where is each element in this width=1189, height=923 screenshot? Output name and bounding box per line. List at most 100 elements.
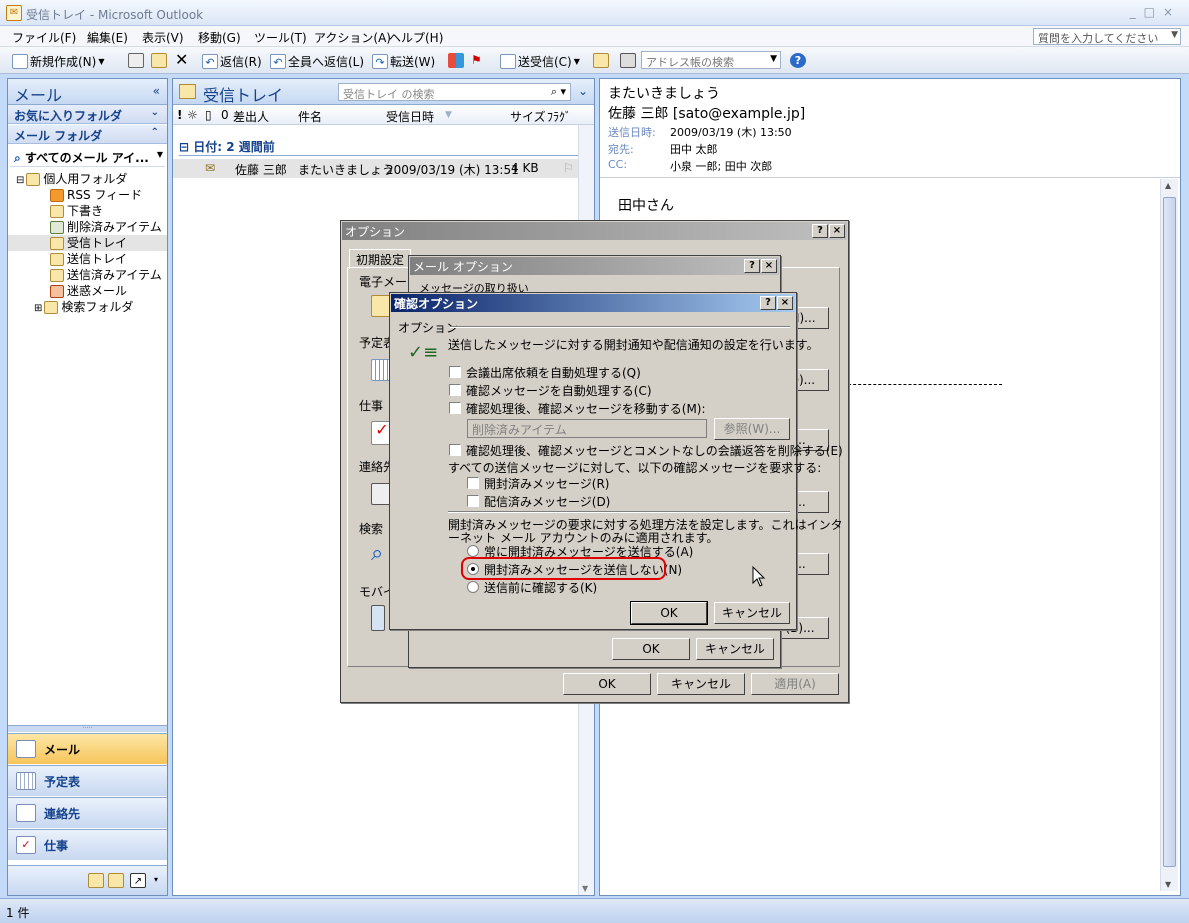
folder-deleted[interactable]: 削除済みアイテム — [8, 219, 167, 235]
folder-personal[interactable]: ⊟ 個人用フォルダ — [8, 171, 167, 187]
folder-inbox[interactable]: 受信トレイ — [8, 235, 167, 251]
delete-button[interactable]: ✕ — [175, 50, 188, 69]
move-folder-button[interactable] — [151, 53, 167, 68]
scroll-down-icon[interactable]: ▼ — [582, 884, 588, 893]
mail-options-cancel-button[interactable]: キャンセル — [696, 638, 774, 660]
address-book-search-input[interactable]: アドレス帳の検索 ▼ — [641, 51, 781, 69]
folder-list-icon[interactable] — [108, 873, 124, 888]
reminder-column-icon[interactable]: ☼ — [187, 108, 198, 122]
mail-options-ok-button[interactable]: OK — [612, 638, 690, 660]
chevron-down-icon[interactable]: ▾ — [154, 875, 158, 884]
ask-before-send-radio[interactable] — [467, 581, 479, 593]
nav-button-calendar[interactable]: 予定表 — [8, 765, 167, 796]
auto-process-receipts-checkbox[interactable] — [449, 384, 461, 396]
notes-icon[interactable] — [88, 873, 104, 888]
message-sender[interactable]: 佐藤 三郎 [sato@example.jp] — [608, 103, 805, 123]
folder-sent[interactable]: 送信済みアイテム — [8, 267, 167, 283]
menu-actions[interactable]: アクション(A) — [314, 29, 391, 46]
chevron-up-icon[interactable]: ⌃ — [151, 127, 159, 138]
move-receipts-checkbox[interactable] — [449, 402, 461, 414]
nav-button-contacts[interactable]: 連絡先 — [8, 797, 167, 828]
maximize-button[interactable]: □ — [1144, 5, 1163, 19]
folder-drafts[interactable]: 下書き — [8, 203, 167, 219]
column-from[interactable]: 差出人 — [233, 108, 269, 125]
column-received[interactable]: 受信日時 — [386, 108, 434, 125]
close-window-button[interactable]: × — [1163, 5, 1181, 19]
folder-search[interactable]: ⊞ 検索フォルダ — [8, 299, 167, 315]
always-send-radio[interactable] — [467, 545, 479, 557]
flag-icon[interactable]: ⚐ — [563, 161, 574, 175]
importance-column-icon[interactable]: ! — [177, 108, 182, 122]
ask-before-send-label[interactable]: 送信前に確認する(K) — [484, 579, 597, 596]
help-icon[interactable]: ? — [744, 259, 760, 273]
help-question-input[interactable]: 質問を入力してください ▼ — [1033, 28, 1181, 45]
chevron-down-icon[interactable]: ▼ — [98, 57, 104, 66]
tab-first-settings[interactable]: 初期設定 — [349, 249, 412, 269]
folder-rss[interactable]: RSS フィード — [8, 187, 167, 203]
scroll-thumb[interactable] — [1163, 197, 1176, 867]
shortcuts-icon[interactable]: ↗ — [130, 873, 146, 888]
options-apply-button[interactable]: 適用(A) — [751, 673, 839, 695]
delete-receipts-label[interactable]: 確認処理後、確認メッセージとコメントなしの会議返答を削除する(E) — [466, 442, 843, 459]
menu-help[interactable]: ヘルプ(H) — [389, 29, 443, 46]
find-button[interactable] — [593, 53, 609, 68]
menu-view[interactable]: 表示(V) — [142, 29, 184, 46]
chevron-down-icon[interactable]: ▼ — [770, 54, 777, 64]
chevron-left-icon[interactable]: « — [153, 84, 160, 98]
mail-folders-section[interactable]: メール フォルダ ⌃ — [8, 125, 167, 144]
collapse-icon[interactable]: ⊟ — [179, 140, 193, 154]
tracking-ok-button[interactable]: OK — [630, 601, 708, 625]
folder-outbox[interactable]: 送信トレイ — [8, 251, 167, 267]
chevron-down-icon[interactable]: ⌄ — [151, 107, 159, 118]
menu-file[interactable]: ファイル(F) — [12, 29, 76, 46]
delete-receipts-checkbox[interactable] — [449, 444, 461, 456]
nav-splitter[interactable]: ····· — [8, 725, 167, 732]
send-receive-button[interactable]: 送受信(C) ▼ — [500, 53, 580, 70]
reply-button[interactable]: ↶ 返信(R) — [202, 53, 262, 70]
icon-column-icon[interactable]: ▯ — [205, 108, 212, 122]
menu-edit[interactable]: 編集(E) — [87, 29, 128, 46]
collapse-icon[interactable]: ⊟ — [16, 175, 24, 186]
close-icon[interactable]: × — [761, 259, 777, 273]
column-flag[interactable]: ﾌﾗｸﾞ — [547, 108, 571, 125]
move-receipts-label[interactable]: 確認処理後、確認メッセージを移動する(M): — [466, 400, 706, 417]
read-receipt-label[interactable]: 開封済みメッセージ(R) — [484, 475, 609, 492]
options-ok-button[interactable]: OK — [563, 673, 651, 695]
scroll-up-icon[interactable]: ▲ — [1165, 181, 1171, 190]
nav-button-tasks[interactable]: ✓ 仕事 — [8, 829, 167, 860]
read-receipt-checkbox[interactable] — [467, 477, 479, 489]
auto-process-meeting-label[interactable]: 会議出席依頼を自動処理する(Q) — [466, 364, 641, 381]
delivery-receipt-checkbox[interactable] — [467, 495, 479, 507]
new-button[interactable]: 新規作成(N) ▼ — [12, 53, 105, 70]
inbox-search-input[interactable]: 受信トレイ の検索 ⌕ ▾ — [338, 83, 571, 101]
folder-junk[interactable]: 迷惑メール — [8, 283, 167, 299]
menu-tools[interactable]: ツール(T) — [254, 29, 307, 46]
flag-button[interactable]: ⚑ — [471, 53, 482, 67]
auto-process-receipts-label[interactable]: 確認メッセージを自動処理する(C) — [466, 382, 652, 399]
print-button[interactable] — [128, 53, 144, 68]
chevron-down-icon[interactable]: ▼ — [157, 150, 163, 159]
close-icon[interactable]: × — [777, 296, 793, 310]
minimize-button[interactable]: _ — [1130, 5, 1144, 19]
close-icon[interactable]: × — [829, 224, 845, 238]
chevron-down-icon[interactable]: ▼ — [1171, 30, 1178, 40]
expand-icon[interactable]: ⊞ — [34, 303, 42, 314]
favorites-section[interactable]: お気に入りフォルダ ⌄ — [8, 105, 167, 124]
window-controls[interactable]: _□× — [1130, 5, 1181, 19]
search-icon[interactable]: ⌕ ▾ — [551, 85, 566, 99]
help-button[interactable]: ? — [790, 53, 806, 68]
delivery-receipt-label[interactable]: 配信済みメッセージ(D) — [484, 493, 610, 510]
menu-go[interactable]: 移動(G) — [198, 29, 241, 46]
scroll-down-icon[interactable]: ▼ — [1165, 880, 1171, 889]
column-size[interactable]: サイズ — [510, 108, 546, 125]
address-book-button[interactable] — [620, 53, 636, 68]
attachment-column-icon[interactable]: 0 — [221, 108, 229, 122]
reading-pane-scrollbar[interactable]: ▲ ▼ — [1160, 179, 1178, 891]
auto-process-meeting-checkbox[interactable] — [449, 366, 461, 378]
options-cancel-button[interactable]: キャンセル — [657, 673, 745, 695]
cc-value[interactable]: 小泉 一郎; 田中 次郎 — [670, 158, 772, 174]
help-icon[interactable]: ? — [812, 224, 828, 238]
browse-button[interactable]: 参照(W)... — [714, 418, 790, 440]
tracking-cancel-button[interactable]: キャンセル — [714, 602, 790, 624]
column-subject[interactable]: 件名 — [298, 108, 322, 125]
